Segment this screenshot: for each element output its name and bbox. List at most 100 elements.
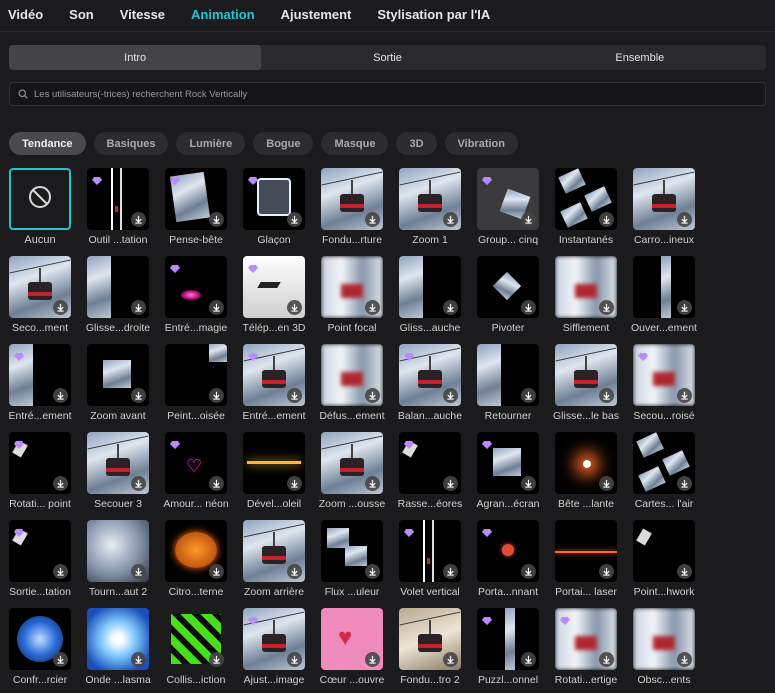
effect-thumbnail[interactable] (87, 432, 149, 494)
effect-tile[interactable]: Porta...nnant (477, 520, 539, 598)
effect-tile[interactable]: Obsc...ents (633, 608, 695, 686)
effect-thumbnail[interactable] (321, 432, 383, 494)
download-icon[interactable] (131, 476, 146, 491)
effect-thumbnail[interactable] (165, 608, 227, 670)
effect-tile[interactable]: Sortie...tation (9, 520, 71, 598)
effect-tile[interactable]: Portai... laser (555, 520, 617, 598)
effect-thumbnail[interactable] (321, 344, 383, 406)
effect-tile[interactable]: Défus...ement (319, 344, 385, 422)
download-icon[interactable] (521, 564, 536, 579)
download-icon[interactable] (287, 652, 302, 667)
download-icon[interactable] (521, 652, 536, 667)
effect-thumbnail[interactable] (9, 432, 71, 494)
effect-tile[interactable]: Citro...terne (165, 520, 227, 598)
effect-thumbnail[interactable] (321, 520, 383, 582)
effect-thumbnail[interactable] (243, 168, 305, 230)
download-icon[interactable] (443, 652, 458, 667)
effect-tile[interactable]: Entré...ement (8, 344, 72, 422)
category-chip[interactable]: Lumière (176, 132, 246, 155)
download-icon[interactable] (365, 212, 380, 227)
effect-tile[interactable]: Gliss...auche (399, 256, 461, 334)
download-icon[interactable] (131, 212, 146, 227)
segment-tab-sortie[interactable]: Sortie (261, 45, 513, 70)
download-icon[interactable] (599, 564, 614, 579)
effect-thumbnail[interactable] (165, 520, 227, 582)
effect-tile[interactable]: Glisse...le bas (553, 344, 619, 422)
effect-tile[interactable]: Balan...auche (398, 344, 462, 422)
effect-thumbnail[interactable] (243, 520, 305, 582)
effect-tile[interactable]: ♡ Amour... néon (163, 432, 229, 510)
category-chip[interactable]: Tendance (9, 132, 86, 155)
effect-thumbnail[interactable] (555, 344, 617, 406)
effect-thumbnail[interactable] (165, 168, 227, 230)
effect-thumbnail[interactable] (477, 608, 539, 670)
download-icon[interactable] (599, 212, 614, 227)
category-chip[interactable]: 3D (396, 132, 437, 155)
effect-tile[interactable]: Cartes... l'air (633, 432, 695, 510)
download-icon[interactable] (287, 564, 302, 579)
effect-thumbnail[interactable] (633, 520, 695, 582)
download-icon[interactable] (131, 564, 146, 579)
download-icon[interactable] (287, 388, 302, 403)
nav-tab-animation[interactable]: Animation (191, 7, 255, 22)
nav-tab-vitesse[interactable]: Vitesse (120, 7, 165, 22)
download-icon[interactable] (209, 564, 224, 579)
effect-thumbnail[interactable] (9, 608, 71, 670)
download-icon[interactable] (131, 388, 146, 403)
download-icon[interactable] (443, 476, 458, 491)
download-icon[interactable] (365, 388, 380, 403)
nav-tab-son[interactable]: Son (69, 7, 94, 22)
download-icon[interactable] (521, 388, 536, 403)
search-input[interactable] (34, 88, 734, 100)
category-chip[interactable]: Vibration (444, 132, 518, 155)
effect-thumbnail[interactable] (633, 344, 695, 406)
effect-thumbnail[interactable] (477, 344, 539, 406)
effect-tile[interactable]: Pivoter (477, 256, 539, 334)
category-chip[interactable]: Masque (321, 132, 389, 155)
effect-tile[interactable]: Zoom 1 (399, 168, 461, 246)
effect-thumbnail[interactable] (87, 608, 149, 670)
effect-tile[interactable]: Secou...roisé (633, 344, 695, 422)
effect-thumbnail[interactable] (477, 168, 539, 230)
effect-tile[interactable]: Glaçon (243, 168, 305, 246)
effect-tile[interactable]: Sifflement (555, 256, 617, 334)
effect-thumbnail[interactable] (477, 432, 539, 494)
effect-tile[interactable]: Dével...oleil (243, 432, 305, 510)
effect-thumbnail[interactable] (9, 168, 71, 230)
download-icon[interactable] (365, 300, 380, 315)
category-chip[interactable]: Basiques (93, 132, 169, 155)
nav-tab-vid-o[interactable]: Vidéo (8, 7, 43, 22)
effect-tile[interactable]: Instantanés (555, 168, 617, 246)
download-icon[interactable] (677, 388, 692, 403)
effect-thumbnail[interactable] (399, 520, 461, 582)
effect-tile[interactable]: Agran...écran (476, 432, 540, 510)
download-icon[interactable] (521, 476, 536, 491)
effect-tile[interactable]: Secouer 3 (87, 432, 149, 510)
effect-thumbnail[interactable] (243, 432, 305, 494)
effect-tile[interactable]: Entré...ement (242, 344, 306, 422)
effect-thumbnail[interactable] (9, 520, 71, 582)
effect-tile[interactable]: Bête ...lante (555, 432, 617, 510)
download-icon[interactable] (365, 652, 380, 667)
effect-tile[interactable]: Ajust...image (243, 608, 305, 686)
download-icon[interactable] (677, 564, 692, 579)
effect-thumbnail[interactable] (477, 520, 539, 582)
download-icon[interactable] (287, 476, 302, 491)
effect-tile[interactable]: Rasse...éores (398, 432, 462, 510)
download-icon[interactable] (365, 476, 380, 491)
effect-thumbnail[interactable] (555, 520, 617, 582)
effect-thumbnail[interactable] (87, 168, 149, 230)
download-icon[interactable] (287, 212, 302, 227)
download-icon[interactable] (53, 388, 68, 403)
effect-tile[interactable]: Zoom arrière (243, 520, 305, 598)
effect-tile[interactable]: Group... cinq (477, 168, 539, 246)
effect-tile[interactable]: Tourn...aut 2 (87, 520, 149, 598)
effect-tile[interactable]: Peint...oisée (165, 344, 227, 422)
download-icon[interactable] (599, 388, 614, 403)
effect-tile[interactable]: Glisse...droite (86, 256, 150, 334)
effect-tile[interactable]: Rotati... point (9, 432, 71, 510)
effect-tile[interactable]: Confr...rcier (9, 608, 71, 686)
effect-tile[interactable]: Point focal (321, 256, 383, 334)
effect-tile[interactable]: Volet vertical (399, 520, 461, 598)
effect-thumbnail[interactable] (165, 344, 227, 406)
